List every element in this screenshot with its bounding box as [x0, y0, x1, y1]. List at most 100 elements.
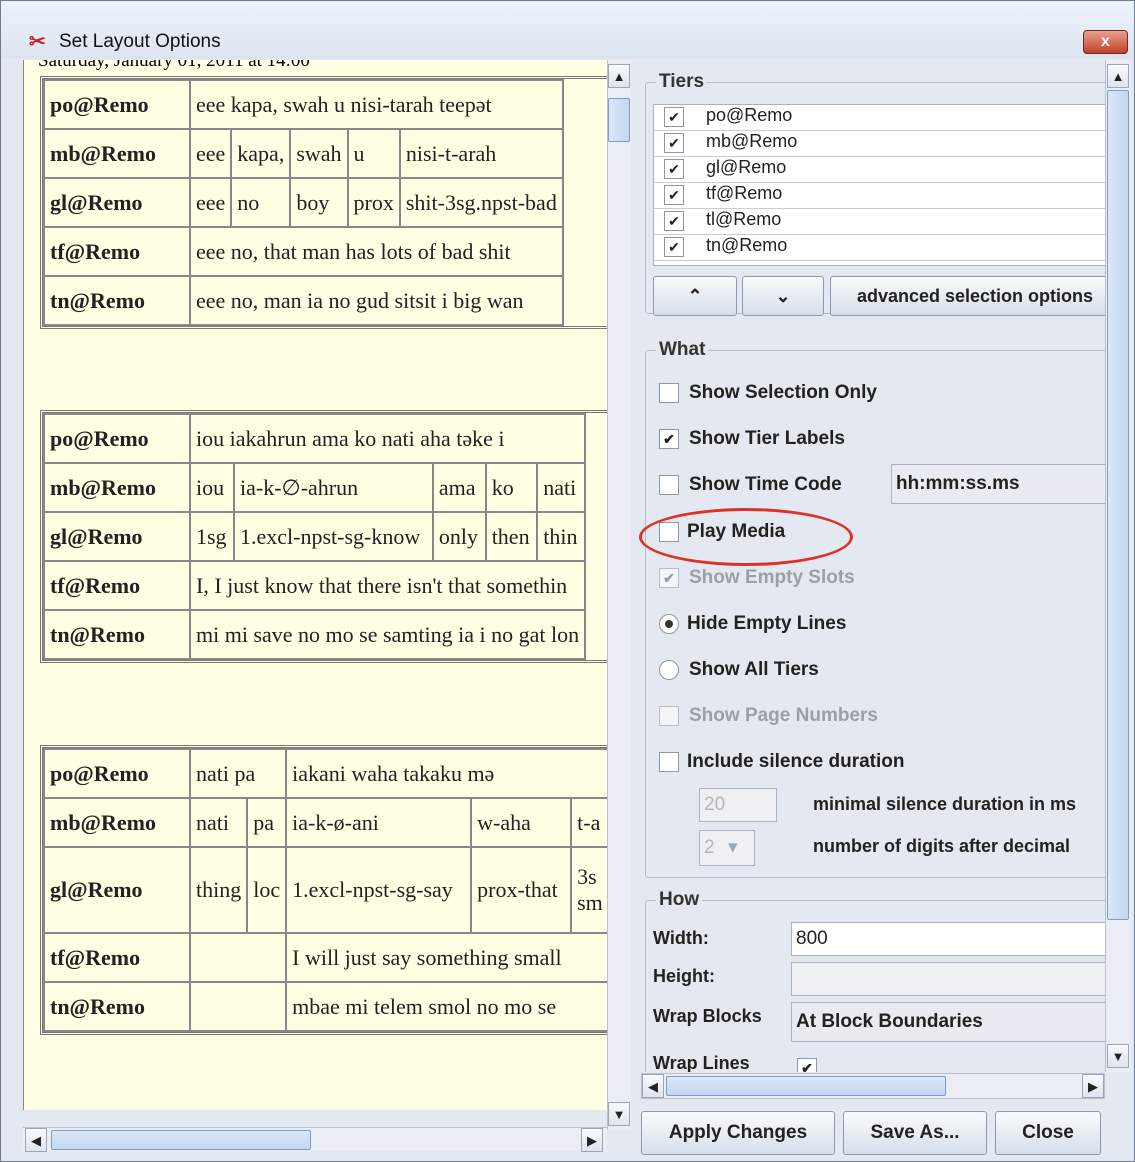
- tier-label: mb@Remo: [43, 462, 191, 513]
- checkbox[interactable]: ✔: [664, 185, 684, 205]
- table-row: tf@Remo eee no, that man has lots of bad …: [43, 226, 564, 277]
- show-page-numbers-checkbox[interactable]: [659, 706, 679, 726]
- preview-block-2: po@Remo iou iakahrun ama ko nati aha təke…: [40, 410, 607, 663]
- save-as-button[interactable]: Save As...: [843, 1111, 987, 1155]
- tier-label: po@Remo: [43, 748, 191, 799]
- apply-changes-button[interactable]: Apply Changes: [641, 1111, 835, 1155]
- options-horizontal-scrollbar[interactable]: ◀ ▶: [641, 1073, 1105, 1099]
- show-time-code-label: Show Time Code: [689, 474, 842, 495]
- chevron-up-icon: ⌃: [687, 286, 703, 306]
- show-selection-only-label: Show Selection Only: [689, 382, 877, 403]
- show-selection-only-checkbox[interactable]: [659, 383, 679, 403]
- show-all-tiers-radio[interactable]: [659, 660, 679, 680]
- list-item[interactable]: ✔ mb@Remo: [654, 131, 1107, 157]
- width-input[interactable]: 800: [791, 922, 1107, 956]
- annotation-cell: no: [230, 177, 292, 228]
- checkbox[interactable]: ✔: [664, 133, 684, 153]
- show-time-code-checkbox[interactable]: [659, 475, 679, 495]
- height-input[interactable]: [791, 962, 1107, 996]
- tier-label: tn@Remo: [43, 275, 191, 326]
- annotation-cell: ia-k-ø-ani: [285, 797, 473, 848]
- chevron-down-icon: ⌄: [775, 286, 791, 306]
- scrollbar-thumb[interactable]: [666, 1076, 946, 1096]
- scroll-left-icon[interactable]: ◀: [25, 1128, 47, 1152]
- show-all-tiers-label: Show All Tiers: [689, 659, 819, 680]
- preview-header: Saturday, January 01, 2011 at 14:00: [38, 60, 310, 71]
- preview-horizontal-scrollbar[interactable]: ◀ ▶: [23, 1127, 607, 1152]
- annotation-cell: eee: [188, 177, 233, 228]
- scroll-left-icon[interactable]: ◀: [642, 1074, 664, 1098]
- tier-name: tf@Remo: [706, 183, 783, 203]
- annotation-cell: w-aha: [470, 797, 573, 848]
- table-row: po@Remo nati pa iakani waha takaku mə: [43, 748, 607, 799]
- annotation-cell: loc: [246, 846, 288, 934]
- close-window-button[interactable]: x: [1083, 30, 1128, 54]
- show-tier-labels-checkbox[interactable]: ✔: [659, 429, 679, 449]
- list-item[interactable]: ✔ tl@Remo: [654, 209, 1107, 235]
- scrollbar-thumb[interactable]: [1107, 90, 1129, 920]
- include-silence-checkbox[interactable]: [659, 752, 679, 772]
- table-row: tn@Remo eee no, man ia no gud sitsit i bi…: [43, 275, 564, 326]
- list-item[interactable]: ✔ tn@Remo: [654, 235, 1107, 261]
- scroll-right-icon[interactable]: ▶: [1082, 1074, 1104, 1098]
- preview-vertical-scrollbar[interactable]: ▲ ▼: [607, 60, 631, 1130]
- annotation-cell: thing: [188, 846, 249, 934]
- show-empty-slots-checkbox[interactable]: ✔: [659, 568, 679, 588]
- annotation-cell: eee no, man ia no gud sitsit i big wan: [189, 275, 564, 326]
- scrollbar-thumb[interactable]: [608, 98, 630, 142]
- scrollbar-thumb[interactable]: [51, 1130, 311, 1150]
- table-row: tf@Remo I, I just know that there isn't t…: [43, 560, 587, 611]
- checkbox[interactable]: ✔: [664, 107, 684, 127]
- annotation-cell: swah: [289, 128, 349, 179]
- tier-list[interactable]: ✔ po@Remo ✔ mb@Remo ✔ gl@Remo ✔ tf@Remo ✔ tl@…: [653, 104, 1107, 266]
- table-row: po@Remo eee kapa, swah u nisi-tarah teepə…: [43, 79, 564, 130]
- group-title: How: [656, 889, 703, 911]
- title-bar[interactable]: ✂ Set Layout Options x: [1, 1, 1134, 59]
- list-item[interactable]: ✔ po@Remo: [654, 105, 1107, 131]
- preview-block-1: po@Remo eee kapa, swah u nisi-tarah teepə…: [40, 76, 607, 329]
- annotation-cell: ia-k-∅-ahrun: [233, 462, 434, 513]
- annotation-cell: kapa,: [230, 128, 292, 179]
- close-icon: x: [1101, 33, 1110, 50]
- annotation-cell: nisi-t-arah: [398, 128, 564, 179]
- table-row: tf@Remo I will just say something small: [43, 932, 607, 983]
- group-title: What: [656, 339, 709, 361]
- scroll-down-icon[interactable]: ▼: [1107, 1044, 1129, 1068]
- wrap-lines-checkbox[interactable]: ✔: [797, 1058, 817, 1072]
- checkbox[interactable]: ✔: [664, 159, 684, 179]
- annotation-cell: eee no, that man has lots of bad shit: [189, 226, 564, 277]
- window-title: Set Layout Options: [59, 31, 221, 52]
- digits-value: 2: [704, 837, 715, 858]
- wrap-blocks-select[interactable]: At Block Boundaries: [791, 1002, 1107, 1042]
- preview-block-3: po@Remo nati pa iakani waha takaku mə mb@R…: [40, 745, 607, 1035]
- options-vertical-scrollbar[interactable]: ▲ ▼: [1105, 60, 1131, 1072]
- scroll-down-icon[interactable]: ▼: [608, 1102, 630, 1126]
- annotation-cell: nati: [188, 797, 249, 848]
- checkbox[interactable]: ✔: [664, 211, 684, 231]
- tier-name: tl@Remo: [706, 209, 782, 229]
- annotation-cell: prox: [346, 177, 401, 228]
- list-item[interactable]: ✔ tf@Remo: [654, 183, 1107, 209]
- min-silence-input[interactable]: 20: [699, 788, 777, 822]
- annotation-cell: mi mi save no mo se samting ia i no gat …: [188, 609, 587, 660]
- tier-label: po@Remo: [43, 79, 191, 130]
- scroll-up-icon[interactable]: ▲: [608, 64, 630, 88]
- tier-label: gl@Remo: [43, 511, 191, 562]
- scroll-right-icon[interactable]: ▶: [581, 1128, 603, 1152]
- list-item[interactable]: ✔ gl@Remo: [654, 157, 1107, 183]
- table-row: po@Remo iou iakahrun ama ko nati aha təke…: [43, 413, 587, 464]
- move-down-button[interactable]: ⌄: [742, 276, 824, 316]
- layout-preview: Saturday, January 01, 2011 at 14:00 po@R…: [23, 60, 607, 1110]
- digits-select[interactable]: 2 ▾: [699, 830, 755, 866]
- hide-empty-lines-radio[interactable]: [659, 614, 679, 634]
- move-up-button[interactable]: ⌃: [653, 276, 737, 316]
- checkbox[interactable]: ✔: [664, 237, 684, 257]
- advanced-selection-button[interactable]: advanced selection options: [830, 276, 1107, 316]
- show-empty-slots-label: Show Empty Slots: [689, 567, 855, 588]
- annotation-cell: mbae mi telem smol no mo se: [285, 981, 607, 1032]
- close-button[interactable]: Close: [995, 1111, 1101, 1155]
- scroll-up-icon[interactable]: ▲: [1107, 64, 1129, 88]
- time-format-select[interactable]: hh:mm:ss.ms: [891, 464, 1107, 504]
- tier-label: mb@Remo: [43, 797, 191, 848]
- annotation-cell: u: [346, 128, 401, 179]
